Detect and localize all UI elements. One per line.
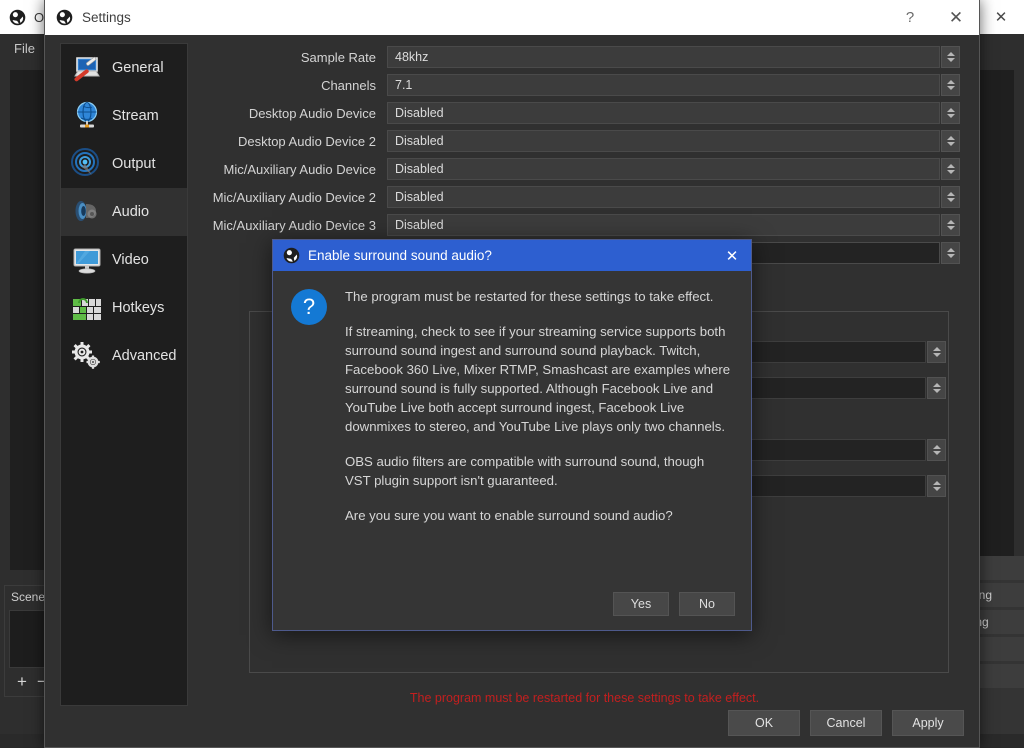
obs-logo-icon: [9, 9, 26, 26]
dialog-paragraph-0: The program must be restarted for these …: [345, 289, 714, 304]
sidebar-item-video[interactable]: Video: [61, 236, 187, 284]
yes-button[interactable]: Yes: [613, 592, 669, 616]
sidebar-item-audio[interactable]: Audio: [61, 188, 187, 236]
desktop-audio-device-2-combobox[interactable]: Disabled: [387, 130, 960, 152]
field-row-mic-aux-audio-device-3: Mic/Auxiliary Audio Device 3 Disabled: [205, 211, 960, 239]
dialog-title: Enable surround sound audio?: [308, 248, 492, 263]
sidebar-item-advanced[interactable]: Advanced: [61, 332, 187, 380]
question-icon: ?: [291, 289, 327, 325]
sidebar-item-general[interactable]: General: [61, 44, 187, 92]
combobox-value: Disabled: [395, 106, 444, 120]
advanced-icon: [70, 339, 104, 373]
audio-icon: [70, 195, 104, 229]
field-label: Desktop Audio Device 2: [237, 133, 376, 149]
help-icon[interactable]: ?: [887, 0, 933, 35]
sidebar-item-label: Stream: [112, 108, 159, 124]
dialog-buttons: Yes No: [613, 592, 735, 616]
dialog-body: ? The program must be restarted for thes…: [273, 271, 751, 630]
combobox-value: Disabled: [395, 162, 444, 176]
mic-aux-audio-device-2-combobox[interactable]: Disabled: [387, 186, 960, 208]
field-label: Mic/Auxiliary Audio Device 2: [212, 189, 376, 205]
sidebar-item-output[interactable]: Output: [61, 140, 187, 188]
video-icon: [70, 243, 104, 277]
obs-logo-icon: [56, 9, 73, 26]
sidebar-item-stream[interactable]: Stream: [61, 92, 187, 140]
settings-close-icon[interactable]: ✕: [933, 0, 979, 35]
chevron-updown-icon[interactable]: [941, 74, 960, 96]
desktop-audio-device-combobox[interactable]: Disabled: [387, 102, 960, 124]
surround-sound-dialog: Enable surround sound audio? ✕ ? The pro…: [272, 239, 752, 631]
field-label: Sample Rate: [300, 49, 376, 65]
hotkeys-icon: [70, 291, 104, 325]
field-row-desktop-audio-device-2: Desktop Audio Device 2 Disabled: [205, 127, 960, 155]
no-button[interactable]: No: [679, 592, 735, 616]
restart-warning-text: The program must be restarted for these …: [409, 691, 760, 705]
settings-footer: OK Cancel Apply: [728, 710, 964, 736]
field-label: Mic/Auxiliary Audio Device: [223, 161, 376, 177]
dialog-paragraph-2: OBS audio filters are compatible with su…: [345, 454, 705, 488]
field-row-mic-aux-audio-device: Mic/Auxiliary Audio Device Disabled: [205, 155, 960, 183]
chevron-updown-icon[interactable]: [927, 341, 946, 363]
settings-window-title: Settings: [82, 10, 131, 25]
apply-button[interactable]: Apply: [892, 710, 964, 736]
sidebar-item-hotkeys[interactable]: Hotkeys: [61, 284, 187, 332]
dialog-paragraph-1: If streaming, check to see if your strea…: [345, 324, 731, 434]
combobox-value: Disabled: [395, 190, 444, 204]
chevron-updown-icon[interactable]: [941, 158, 960, 180]
settings-titlebar: Settings ? ✕: [45, 0, 979, 35]
menu-item-file[interactable]: File: [4, 39, 45, 58]
chevron-updown-icon[interactable]: [941, 186, 960, 208]
chevron-updown-icon[interactable]: [941, 102, 960, 124]
sidebar-item-label: General: [112, 60, 164, 76]
chevron-updown-icon[interactable]: [927, 475, 946, 497]
chevron-updown-icon[interactable]: [927, 377, 946, 399]
dialog-close-icon[interactable]: ✕: [722, 246, 742, 266]
dialog-titlebar: Enable surround sound audio? ✕: [273, 240, 751, 271]
add-scene-button[interactable]: +: [17, 672, 27, 692]
dialog-message: The program must be restarted for these …: [345, 287, 733, 630]
sidebar-item-label: Hotkeys: [112, 300, 165, 316]
obs-window-close-icon[interactable]: ✕: [978, 0, 1024, 34]
combobox-value: 48khz: [395, 50, 429, 64]
sidebar-item-label: Audio: [112, 204, 150, 220]
field-row-sample-rate: Sample Rate 48khz: [205, 43, 960, 71]
sidebar-item-label: Advanced: [112, 348, 177, 364]
field-label: Mic/Auxiliary Audio Device 3: [212, 217, 376, 233]
field-label: Channels: [321, 77, 376, 93]
ok-button[interactable]: OK: [728, 710, 800, 736]
sample-rate-combobox[interactable]: 48khz: [387, 46, 960, 68]
general-icon: [70, 51, 104, 85]
sidebar-item-label: Output: [112, 156, 156, 172]
field-row-desktop-audio-device: Desktop Audio Device Disabled: [205, 99, 960, 127]
sidebar-item-label: Video: [112, 252, 149, 268]
field-row-channels: Channels 7.1: [205, 71, 960, 99]
mic-aux-audio-device-combobox[interactable]: Disabled: [387, 158, 960, 180]
combobox-value: 7.1: [395, 78, 413, 92]
chevron-updown-icon[interactable]: [941, 130, 960, 152]
combobox-value: Disabled: [395, 134, 444, 148]
obs-logo-icon: [283, 247, 300, 264]
channels-combobox[interactable]: 7.1: [387, 74, 960, 96]
chevron-updown-icon[interactable]: [941, 214, 960, 236]
stream-icon: [70, 99, 104, 133]
combobox-value: Disabled: [395, 218, 444, 232]
chevron-updown-icon[interactable]: [927, 439, 946, 461]
output-icon: [70, 147, 104, 181]
field-row-mic-aux-audio-device-2: Mic/Auxiliary Audio Device 2 Disabled: [205, 183, 960, 211]
dialog-paragraph-3: Are you sure you want to enable surround…: [345, 508, 673, 523]
cancel-button[interactable]: Cancel: [810, 710, 882, 736]
chevron-updown-icon[interactable]: [941, 46, 960, 68]
chevron-updown-icon[interactable]: [941, 242, 960, 264]
field-label: Desktop Audio Device: [248, 105, 376, 121]
audio-settings-fields: Sample Rate 48khz Channels 7.1 Desktop A…: [205, 43, 964, 267]
mic-aux-audio-device-3-combobox[interactable]: Disabled: [387, 214, 960, 236]
settings-sidebar: General Stream Output Audio Video Hotkey…: [60, 43, 188, 706]
